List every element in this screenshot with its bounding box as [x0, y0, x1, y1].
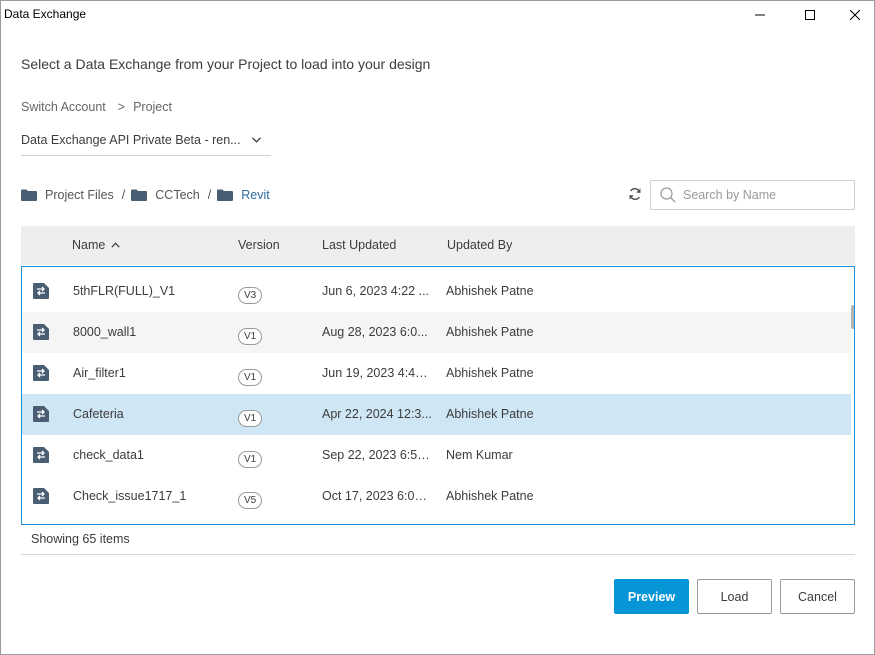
project-dropdown[interactable]: Data Exchange API Private Beta - ren... — [21, 125, 271, 156]
instruction-text: Select a Data Exchange from your Project… — [21, 56, 431, 72]
row-updated-by: Abhishek Patne — [446, 325, 534, 339]
project-label: Project — [133, 100, 172, 114]
row-name: Cafeteria — [73, 407, 124, 421]
sort-ascending-icon — [111, 242, 120, 248]
row-last-updated: Aug 28, 2023 6:0... — [322, 325, 428, 339]
breadcrumb-label: CCTech — [155, 188, 200, 202]
folder-icon — [217, 189, 234, 201]
data-exchange-icon — [33, 283, 49, 299]
table-row[interactable]: Check_issue1717_1 V5 Oct 17, 2023 6:06 .… — [22, 476, 851, 517]
row-last-updated: Sep 22, 2023 6:50... — [322, 448, 432, 462]
search-input[interactable] — [683, 188, 843, 202]
row-last-updated: Oct 17, 2023 6:06 ... — [322, 489, 432, 503]
preview-button[interactable]: Preview — [614, 579, 689, 614]
version-badge: V1 — [238, 328, 263, 345]
minimize-button[interactable] — [737, 1, 783, 29]
title-bar: Data Exchange — [1, 1, 874, 29]
version-badge: V1 — [238, 410, 263, 427]
scrollbar-thumb[interactable] — [851, 305, 854, 329]
row-updated-by: Abhishek Patne — [446, 366, 534, 380]
project-dropdown-value: Data Exchange API Private Beta - ren... — [21, 133, 241, 147]
breadcrumb-label: Revit — [241, 188, 270, 202]
row-name: check_data1 — [73, 448, 144, 462]
column-header-version[interactable]: Version — [238, 238, 280, 252]
row-updated-by: Abhishek Patne — [446, 284, 534, 298]
close-button[interactable] — [832, 1, 875, 29]
row-updated-by: Abhishek Patne — [446, 489, 534, 503]
row-name: Check_issue1717_1 — [73, 489, 187, 503]
chevron-down-icon — [252, 137, 261, 143]
data-exchange-icon — [33, 488, 49, 504]
data-exchange-icon — [33, 447, 49, 463]
switch-account-link[interactable]: Switch Account — [21, 100, 106, 114]
breadcrumb-separator: / — [121, 188, 126, 202]
search-box[interactable] — [650, 180, 855, 210]
folder-icon — [21, 189, 37, 201]
refresh-icon[interactable] — [627, 186, 643, 202]
version-badge: V3 — [238, 287, 263, 304]
column-header-last-updated[interactable]: Last Updated — [322, 238, 396, 252]
row-last-updated: Jun 19, 2023 4:46... — [322, 366, 432, 380]
breadcrumb-revit[interactable]: Revit — [217, 188, 270, 202]
row-name: 8000_wall1 — [73, 325, 137, 339]
row-updated-by: Abhishek Patne — [446, 407, 534, 421]
row-last-updated: Jun 6, 2023 4:22 ... — [322, 284, 430, 298]
maximize-icon — [805, 10, 815, 20]
row-name: 5thFLR(FULL)_V1 — [73, 284, 176, 298]
account-breadcrumb: Switch Account > Project — [21, 100, 172, 114]
data-exchange-icon — [33, 324, 49, 340]
version-badge: V5 — [238, 492, 263, 509]
search-icon — [660, 187, 676, 203]
data-exchange-dialog: Data Exchange Select a Data Exchange fro… — [0, 0, 875, 655]
folder-icon — [131, 189, 148, 201]
column-header-updated-by[interactable]: Updated By — [447, 238, 512, 252]
row-updated-by: Nem Kumar — [446, 448, 513, 462]
exchange-list[interactable]: 5thFLR(FULL)_V1 V3 Jun 6, 2023 4:22 ... … — [21, 266, 855, 525]
window-title: Data Exchange — [4, 7, 87, 21]
table-row[interactable]: 8000_wall1 V1 Aug 28, 2023 6:0... Abhish… — [22, 312, 851, 353]
item-count-status: Showing 65 items — [31, 532, 130, 546]
account-separator: > — [117, 100, 126, 114]
table-header: Name Version Last Updated Updated By — [21, 226, 855, 265]
version-badge: V1 — [238, 369, 263, 386]
footer-divider — [21, 554, 855, 555]
data-exchange-icon — [33, 406, 49, 422]
folder-breadcrumb: Project Files / CCTech / Revit — [21, 187, 270, 203]
cancel-button[interactable]: Cancel — [780, 579, 855, 614]
column-header-label: Name — [72, 238, 106, 252]
column-header-name[interactable]: Name — [72, 238, 120, 252]
row-name: Air_filter1 — [73, 366, 126, 380]
breadcrumb-separator: / — [207, 188, 212, 202]
table-row-selected[interactable]: Cafeteria V1 Apr 22, 2024 12:3... Abhish… — [22, 394, 851, 435]
table-row[interactable]: Air_filter1 V1 Jun 19, 2023 4:46... Abhi… — [22, 353, 851, 394]
maximize-button[interactable] — [787, 1, 833, 29]
row-last-updated: Apr 22, 2024 12:3... — [322, 407, 432, 421]
version-badge: V1 — [238, 451, 263, 468]
close-icon — [850, 10, 860, 20]
load-button[interactable]: Load — [697, 579, 772, 614]
breadcrumb-cctech[interactable]: CCTech — [131, 188, 200, 202]
data-exchange-icon — [33, 365, 49, 381]
table-row[interactable]: check_data1 V1 Sep 22, 2023 6:50... Nem … — [22, 435, 851, 476]
breadcrumb-label: Project Files — [45, 188, 114, 202]
table-row[interactable]: 5thFLR(FULL)_V1 V3 Jun 6, 2023 4:22 ... … — [22, 271, 851, 312]
minimize-icon — [755, 14, 765, 16]
breadcrumb-project-files[interactable]: Project Files — [21, 188, 114, 202]
